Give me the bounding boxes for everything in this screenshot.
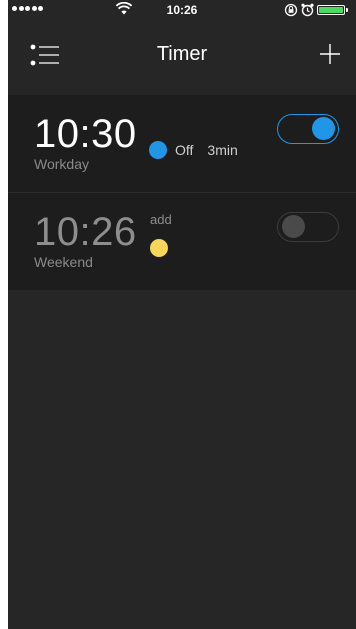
phone-screen: 10:26 Timer 10:30 Workday Off 3min 10:26… — [8, 0, 356, 629]
status-bar: 10:26 — [8, 0, 356, 20]
timer-duration: 3min — [207, 142, 238, 158]
page-title: Timer — [156, 43, 208, 65]
battery-tip — [346, 8, 348, 12]
toggle-knob — [312, 117, 335, 140]
timer-row[interactable]: 10:30 Workday Off 3min — [8, 95, 356, 192]
timer-action: Off — [175, 142, 194, 158]
nav-bar: Timer — [8, 20, 356, 90]
timer-time: 10:30 — [34, 112, 137, 156]
alarm-icon — [301, 3, 314, 17]
orientation-lock-icon — [284, 3, 298, 17]
timer-toggle[interactable] — [277, 212, 339, 242]
timer-add-label[interactable]: add — [150, 212, 172, 227]
toggle-knob — [282, 215, 305, 238]
plus-icon[interactable] — [318, 42, 342, 66]
timer-row[interactable]: 10:26 Weekend add — [8, 193, 356, 290]
timer-repeat: Weekend — [34, 254, 93, 270]
timer-color-dot — [150, 239, 168, 257]
battery-icon — [317, 5, 345, 15]
timer-repeat: Workday — [34, 156, 89, 172]
timer-toggle[interactable] — [277, 114, 339, 144]
battery-fill — [319, 7, 343, 13]
timer-detail: Off 3min — [149, 141, 238, 159]
timer-color-dot — [149, 141, 167, 159]
timer-time: 10:26 — [34, 210, 137, 254]
